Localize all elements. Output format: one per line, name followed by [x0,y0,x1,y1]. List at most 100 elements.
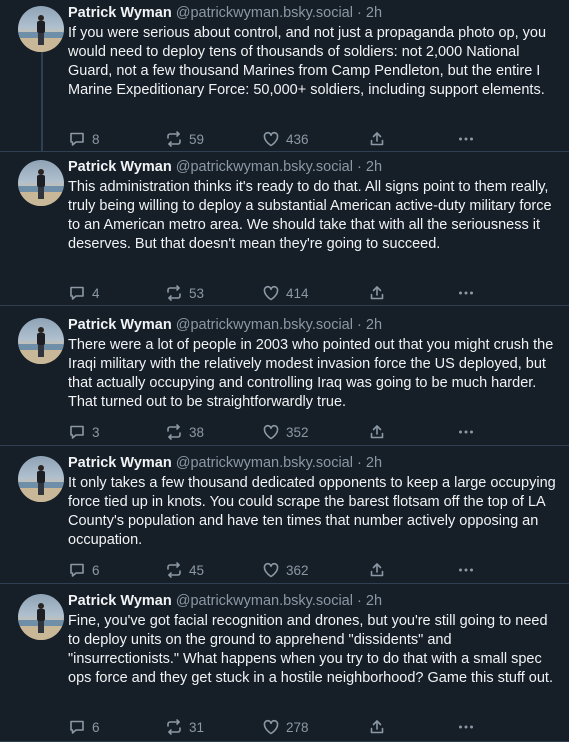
post-actions: 8 59 436 [68,129,488,149]
post[interactable]: Patrick Wyman @patrickwyman.bsky.social … [0,316,569,446]
author-avatar[interactable] [18,160,64,206]
repost-count: 53 [189,285,205,301]
like-button[interactable]: 436 [262,129,309,149]
repost-icon [165,130,183,148]
reply-count: 6 [92,719,100,735]
repost-count: 59 [189,131,205,147]
author-name[interactable]: Patrick Wyman [68,317,172,333]
post-time[interactable]: 2h [366,593,382,609]
reply-icon [68,423,86,441]
author-handle[interactable]: @patrickwyman.bsky.social [176,593,353,609]
post[interactable]: Patrick Wyman @patrickwyman.bsky.social … [0,4,569,152]
reply-icon [68,130,86,148]
author-name[interactable]: Patrick Wyman [68,455,172,471]
share-button[interactable] [368,283,386,303]
post-text: There were a lot of people in 2003 who p… [68,337,554,410]
post-time[interactable]: 2h [366,455,382,471]
more-icon [457,284,475,302]
author-handle[interactable]: @patrickwyman.bsky.social [176,317,353,333]
more-options-button[interactable] [457,422,475,442]
post-header: Patrick Wyman @patrickwyman.bsky.social … [68,158,382,176]
like-button[interactable]: 414 [262,283,309,303]
author-avatar[interactable] [18,318,64,364]
repost-button[interactable]: 31 [165,717,204,737]
reply-icon [68,718,86,736]
post-header: Patrick Wyman @patrickwyman.bsky.social … [68,454,382,472]
like-count: 352 [286,424,309,440]
repost-button[interactable]: 53 [165,283,204,303]
separator-dot: · [357,5,362,21]
post[interactable]: Patrick Wyman @patrickwyman.bsky.social … [0,454,569,584]
like-count: 278 [286,719,309,735]
reply-count: 8 [92,131,100,147]
more-options-button[interactable] [457,129,475,149]
author-handle[interactable]: @patrickwyman.bsky.social [176,159,353,175]
reply-count: 4 [92,285,100,301]
reply-button[interactable]: 4 [68,283,100,303]
author-handle[interactable]: @patrickwyman.bsky.social [176,455,353,471]
heart-icon [262,284,280,302]
reply-button[interactable]: 6 [68,560,100,580]
author-avatar[interactable] [18,6,64,52]
repost-count: 31 [189,719,205,735]
repost-icon [165,561,183,579]
post-actions: 4 53 414 [68,283,488,303]
like-count: 436 [286,131,309,147]
post-text: Fine, you've got facial recognition and … [68,613,553,686]
like-count: 362 [286,562,309,578]
reply-icon [68,284,86,302]
more-options-button[interactable] [457,717,475,737]
like-button[interactable]: 352 [262,422,309,442]
share-icon [368,130,386,148]
author-name[interactable]: Patrick Wyman [68,159,172,175]
more-icon [457,718,475,736]
post-actions: 3 38 352 [68,422,488,442]
reply-count: 6 [92,562,100,578]
like-button[interactable]: 362 [262,560,309,580]
share-icon [368,284,386,302]
share-icon [368,561,386,579]
post-time[interactable]: 2h [366,5,382,21]
repost-icon [165,718,183,736]
author-name[interactable]: Patrick Wyman [68,593,172,609]
more-options-button[interactable] [457,560,475,580]
post[interactable]: Patrick Wyman @patrickwyman.bsky.social … [0,592,569,742]
more-options-button[interactable] [457,283,475,303]
post-header: Patrick Wyman @patrickwyman.bsky.social … [68,592,382,610]
share-button[interactable] [368,129,386,149]
reply-button[interactable]: 3 [68,422,100,442]
post-text: This administration thinks it's ready to… [68,179,552,252]
reply-count: 3 [92,424,100,440]
post-header: Patrick Wyman @patrickwyman.bsky.social … [68,316,382,334]
reply-icon [68,561,86,579]
heart-icon [262,423,280,441]
share-button[interactable] [368,422,386,442]
repost-button[interactable]: 38 [165,422,204,442]
repost-button[interactable]: 59 [165,129,204,149]
author-name[interactable]: Patrick Wyman [68,5,172,21]
share-icon [368,423,386,441]
post-text: It only takes a few thousand dedicated o… [68,475,556,548]
repost-icon [165,423,183,441]
post-time[interactable]: 2h [366,317,382,333]
post-header: Patrick Wyman @patrickwyman.bsky.social … [68,4,382,22]
more-icon [457,561,475,579]
reply-button[interactable]: 8 [68,129,100,149]
repost-count: 38 [189,424,205,440]
repost-count: 45 [189,562,205,578]
share-button[interactable] [368,560,386,580]
post-actions: 6 45 362 [68,560,488,580]
like-button[interactable]: 278 [262,717,309,737]
separator-dot: · [357,593,362,609]
reply-button[interactable]: 6 [68,717,100,737]
repost-button[interactable]: 45 [165,560,204,580]
author-handle[interactable]: @patrickwyman.bsky.social [176,5,353,21]
share-button[interactable] [368,717,386,737]
author-avatar[interactable] [18,594,64,640]
post[interactable]: Patrick Wyman @patrickwyman.bsky.social … [0,158,569,306]
post-time[interactable]: 2h [366,159,382,175]
share-icon [368,718,386,736]
author-avatar[interactable] [18,456,64,502]
separator-dot: · [357,455,362,471]
heart-icon [262,561,280,579]
